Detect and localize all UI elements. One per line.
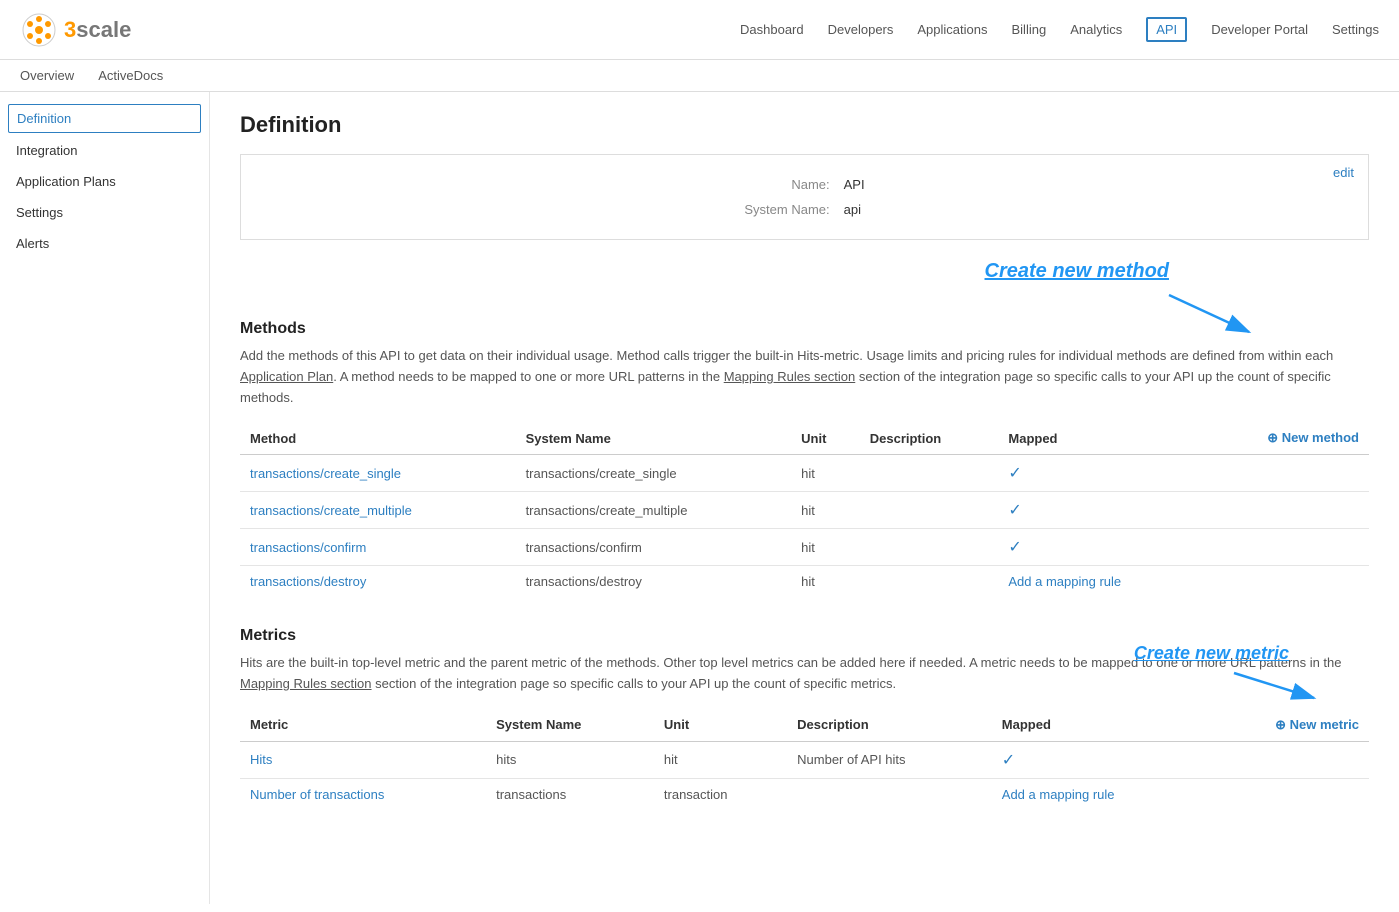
- metric-system-name: hits: [486, 741, 654, 778]
- metric-unit: hit: [654, 741, 787, 778]
- method-system-name: transactions/create_multiple: [516, 492, 792, 529]
- metric-description: [787, 778, 992, 810]
- metrics-desc-wrapper: Hits are the built-in top-level metric a…: [240, 653, 1369, 695]
- methods-table: Method System Name Unit Description Mapp…: [240, 422, 1369, 597]
- logo[interactable]: 3scale: [20, 11, 131, 49]
- method-link-confirm[interactable]: transactions/confirm: [250, 540, 366, 555]
- metric-link-hits[interactable]: Hits: [250, 752, 272, 767]
- nav-dashboard[interactable]: Dashboard: [740, 22, 804, 37]
- method-unit: hit: [791, 566, 860, 598]
- sub-navigation: Overview ActiveDocs: [0, 60, 1399, 92]
- col-system-name: System Name: [516, 422, 792, 455]
- col-metric-system-name: System Name: [486, 709, 654, 742]
- info-table: Name: API System Name: api: [736, 171, 872, 223]
- method-unit: hit: [791, 455, 860, 492]
- metric-link-transactions[interactable]: Number of transactions: [250, 787, 384, 802]
- table-row: Hits hits hit Number of API hits ✓: [240, 741, 1369, 778]
- mapped-check: ✓: [1008, 465, 1021, 482]
- col-new-metric: New metric: [1203, 709, 1369, 742]
- mapped-check: ✓: [1008, 539, 1021, 556]
- methods-title: Methods: [240, 320, 1369, 338]
- col-description: Description: [860, 422, 999, 455]
- nav-api[interactable]: API: [1146, 17, 1187, 42]
- mapping-rules-link[interactable]: Mapping Rules section: [724, 369, 856, 384]
- application-plan-link[interactable]: Application Plan: [240, 369, 333, 384]
- col-metric-description: Description: [787, 709, 992, 742]
- top-navigation: 3scale Dashboard Developers Applications…: [0, 0, 1399, 60]
- method-link-create-single[interactable]: transactions/create_single: [250, 466, 401, 481]
- sidebar-item-application-plans[interactable]: Application Plans: [0, 166, 209, 197]
- method-link-destroy[interactable]: transactions/destroy: [250, 574, 366, 589]
- method-link-create-multiple[interactable]: transactions/create_multiple: [250, 503, 412, 518]
- col-metric: Metric: [240, 709, 486, 742]
- method-unit: hit: [791, 492, 860, 529]
- method-system-name: transactions/create_single: [516, 455, 792, 492]
- sidebar-item-integration[interactable]: Integration: [0, 135, 209, 166]
- method-description: [860, 529, 999, 566]
- sidebar-item-settings[interactable]: Settings: [0, 197, 209, 228]
- mapped-check: ✓: [1002, 752, 1015, 769]
- col-metric-unit: Unit: [654, 709, 787, 742]
- table-row: transactions/create_single transactions/…: [240, 455, 1369, 492]
- main-layout: Definition Integration Application Plans…: [0, 92, 1399, 904]
- create-method-callout: Create new method: [240, 260, 1369, 320]
- method-system-name: transactions/destroy: [516, 566, 792, 598]
- metrics-table: Metric System Name Unit Description Mapp…: [240, 709, 1369, 810]
- table-row: transactions/create_multiple transaction…: [240, 492, 1369, 529]
- create-method-annotation: Create new method: [985, 260, 1169, 283]
- nav-billing[interactable]: Billing: [1012, 22, 1047, 37]
- table-row: transactions/confirm transactions/confir…: [240, 529, 1369, 566]
- new-metric-button[interactable]: New metric: [1275, 717, 1359, 732]
- sidebar: Definition Integration Application Plans…: [0, 92, 210, 904]
- logo-orange: 3: [64, 17, 76, 42]
- add-metric-mapping-rule-link[interactable]: Add a mapping rule: [1002, 787, 1115, 802]
- add-mapping-rule-link[interactable]: Add a mapping rule: [1008, 574, 1121, 589]
- methods-section: Create new method Methods Add the method…: [240, 260, 1369, 597]
- create-metric-arrow: [1229, 668, 1329, 708]
- create-metric-annotation: Create new metric: [1134, 643, 1289, 664]
- logo-icon: [20, 11, 58, 49]
- subnav-overview[interactable]: Overview: [20, 68, 74, 83]
- main-nav: Dashboard Developers Applications Billin…: [740, 17, 1379, 42]
- mapped-check: ✓: [1008, 502, 1021, 519]
- method-unit: hit: [791, 529, 860, 566]
- nav-developers[interactable]: Developers: [828, 22, 894, 37]
- metric-description: Number of API hits: [787, 741, 992, 778]
- col-mapped: Mapped: [998, 422, 1199, 455]
- nav-applications[interactable]: Applications: [917, 22, 987, 37]
- metrics-mapping-rules-link[interactable]: Mapping Rules section: [240, 676, 372, 691]
- nav-settings[interactable]: Settings: [1332, 22, 1379, 37]
- method-description: [860, 566, 999, 598]
- table-row: Number of transactions transactions tran…: [240, 778, 1369, 810]
- methods-description: Add the methods of this API to get data …: [240, 346, 1369, 408]
- sidebar-item-alerts[interactable]: Alerts: [0, 228, 209, 259]
- system-name-label: System Name:: [738, 198, 835, 221]
- nav-analytics[interactable]: Analytics: [1070, 22, 1122, 37]
- main-content: Definition edit Name: API System Name: a…: [210, 92, 1399, 904]
- method-system-name: transactions/confirm: [516, 529, 792, 566]
- name-value: API: [838, 173, 871, 196]
- sidebar-item-definition[interactable]: Definition: [8, 104, 201, 133]
- col-unit: Unit: [791, 422, 860, 455]
- metrics-section: Metrics Hits are the built-in top-level …: [240, 627, 1369, 810]
- name-label: Name:: [738, 173, 835, 196]
- table-row: transactions/destroy transactions/destro…: [240, 566, 1369, 598]
- info-box: edit Name: API System Name: api: [240, 154, 1369, 240]
- create-metric-callout: Create new metric: [1019, 643, 1369, 693]
- col-method: Method: [240, 422, 516, 455]
- logo-gray: scale: [76, 17, 131, 42]
- page-title: Definition: [240, 112, 1369, 138]
- metric-system-name: transactions: [486, 778, 654, 810]
- edit-link[interactable]: edit: [1333, 165, 1354, 180]
- method-description: [860, 455, 999, 492]
- col-new-method: New method: [1200, 422, 1369, 455]
- nav-developer-portal[interactable]: Developer Portal: [1211, 22, 1308, 37]
- method-description: [860, 492, 999, 529]
- col-metric-mapped: Mapped: [992, 709, 1204, 742]
- subnav-activedocs[interactable]: ActiveDocs: [98, 68, 163, 83]
- system-name-value: api: [838, 198, 871, 221]
- new-method-button[interactable]: New method: [1267, 430, 1359, 445]
- metric-unit: transaction: [654, 778, 787, 810]
